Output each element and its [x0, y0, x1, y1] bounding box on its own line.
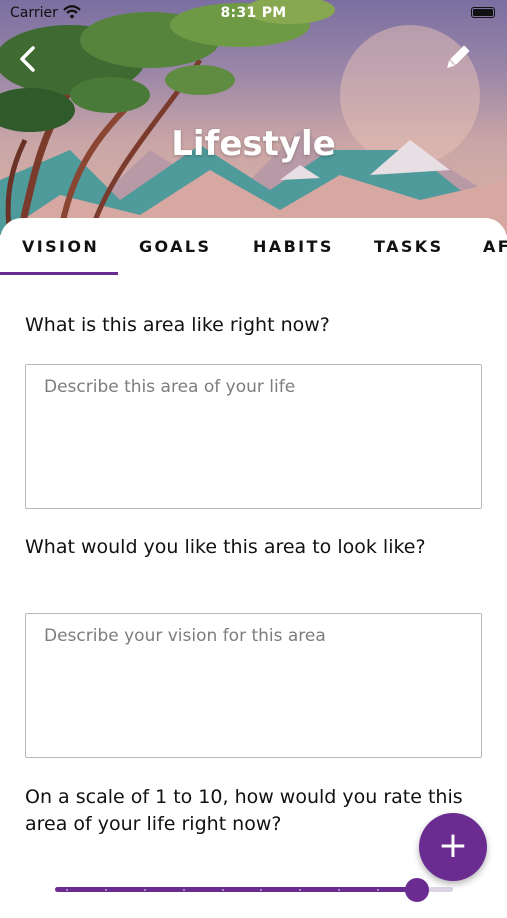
header-banner	[0, 0, 507, 235]
question-desired-state: What would you like this area to look li…	[25, 536, 426, 558]
tab-habits[interactable]: HABITS	[253, 237, 334, 256]
landscape-illustration	[0, 0, 507, 235]
slider-tick	[221, 889, 224, 891]
vision-placeholder: Describe your vision for this area	[44, 626, 326, 646]
tab-goals[interactable]: GOALS	[139, 237, 211, 256]
page-title: Lifestyle	[171, 124, 336, 164]
slider-tick	[182, 889, 185, 891]
slider-tick	[104, 889, 107, 891]
battery-icon	[471, 7, 495, 18]
clock: 8:31 PM	[220, 5, 287, 21]
tab-partial[interactable]: AF	[483, 237, 507, 256]
status-bar: Carrier 8:31 PM	[0, 0, 507, 28]
back-button[interactable]	[14, 44, 44, 74]
selected-tab-indicator	[0, 272, 118, 275]
tab-bar: VISION GOALS HABITS TASKS AF	[0, 218, 507, 276]
add-button[interactable]: +	[419, 813, 487, 881]
slider-tick	[66, 889, 68, 891]
edit-button[interactable]	[441, 42, 473, 74]
vision-input[interactable]: Describe your vision for this area	[25, 613, 482, 758]
question-current-state: What is this area like right now?	[25, 314, 330, 336]
current-state-placeholder: Describe this area of your life	[44, 377, 296, 397]
current-state-input[interactable]: Describe this area of your life	[25, 364, 482, 509]
tab-vision[interactable]: VISION	[22, 237, 99, 256]
rating-slider-fill	[55, 887, 417, 892]
slider-tick	[143, 889, 146, 891]
tab-tasks[interactable]: TASKS	[374, 237, 444, 256]
question-rating: On a scale of 1 to 10, how would you rat…	[25, 786, 463, 835]
rating-slider-thumb[interactable]	[405, 878, 429, 902]
